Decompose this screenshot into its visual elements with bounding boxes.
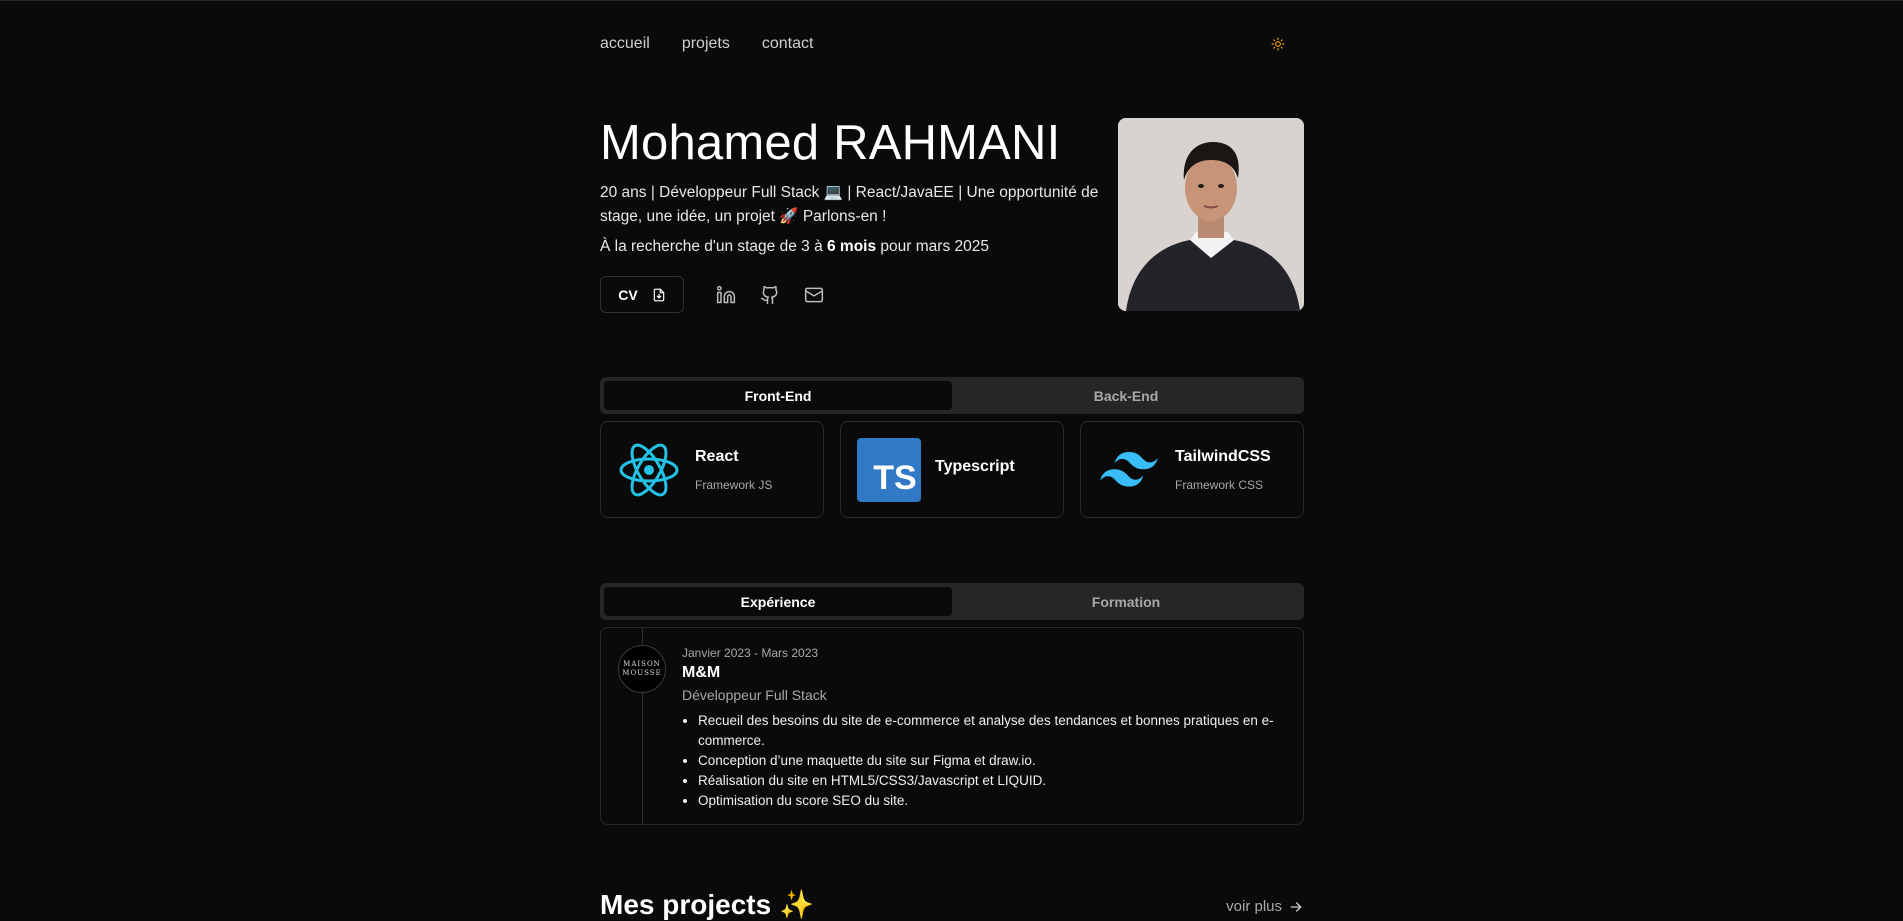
skill-card-tailwindcss: TailwindCSS Framework CSS	[1080, 421, 1304, 518]
tab-formation[interactable]: Formation	[952, 587, 1300, 616]
experience-role: Développeur Full Stack	[682, 687, 827, 703]
tab-front-end[interactable]: Front-End	[604, 381, 952, 410]
typescript-badge: TS	[873, 459, 917, 497]
github-icon	[760, 285, 778, 304]
company-logo: MAISON MOUSSE	[618, 645, 666, 693]
experience-company: M&M	[682, 664, 721, 681]
skills-tabs: Front-End Back-End	[600, 377, 1304, 414]
typescript-icon: TS	[857, 437, 921, 502]
hero-tagline: 20 ans | Développeur Full Stack 💻 | Reac…	[600, 184, 1099, 225]
skill-card-typescript: TS Typescript	[840, 421, 1064, 518]
nav-contact[interactable]: contact	[762, 35, 814, 53]
email-link[interactable]	[802, 283, 826, 307]
skill-name: TailwindCSS	[1175, 447, 1271, 465]
linkedin-link[interactable]	[714, 283, 738, 307]
list-item: Conception d’une maquette du site sur Fi…	[698, 751, 1283, 771]
experience-card: MAISON MOUSSE Janvier 2023 - Mars 2023 M&…	[600, 627, 1304, 825]
skill-name: Typescript	[935, 457, 1015, 475]
linkedin-icon	[716, 285, 736, 303]
search-duration: 6 mois	[827, 238, 877, 255]
nav-accueil[interactable]: accueil	[600, 35, 650, 53]
list-item: Optimisation du score SEO du site.	[698, 791, 1283, 811]
skill-subtitle: Framework CSS	[1175, 477, 1264, 492]
list-item: Recueil des besoins du site de e-commerc…	[698, 711, 1283, 751]
react-icon	[617, 438, 681, 502]
top-nav: accueil projets contact	[600, 34, 1304, 54]
search-suffix: pour mars 2025	[876, 238, 989, 255]
career-tabs: Expérience Formation	[600, 583, 1304, 620]
skill-subtitle: Framework JS	[695, 477, 773, 492]
skill-name: React	[695, 447, 739, 465]
see-more-link[interactable]: voir plus	[1226, 898, 1304, 915]
github-link[interactable]	[758, 283, 782, 307]
hero-name: Mohamed RAHMANI	[600, 116, 1061, 170]
cv-label: CV	[618, 286, 638, 303]
skills-grid: React Framework JS TS Typescript Tailwin…	[600, 421, 1304, 518]
company-logo-text: MAISON MOUSSE	[622, 660, 661, 678]
see-more-label: voir plus	[1226, 898, 1282, 915]
file-download-icon	[653, 288, 664, 301]
tab-back-end[interactable]: Back-End	[952, 381, 1300, 410]
mail-icon	[804, 287, 824, 302]
arrow-right-icon	[1290, 901, 1302, 912]
tailwind-icon	[1097, 438, 1161, 502]
tab-experience[interactable]: Expérience	[604, 587, 952, 616]
experience-dates: Janvier 2023 - Mars 2023	[682, 646, 819, 660]
nav-projets[interactable]: projets	[682, 35, 730, 53]
logo-line-1: MAISON	[623, 660, 661, 668]
person-portrait	[1118, 118, 1304, 311]
search-prefix: À la recherche d'un stage de 3 à	[600, 238, 827, 255]
theme-toggle-button[interactable]	[1268, 34, 1288, 54]
profile-photo	[1118, 118, 1304, 311]
skill-card-react: React Framework JS	[600, 421, 824, 518]
internship-search-text: À la recherche d'un stage de 3 à 6 mois …	[600, 238, 989, 256]
experience-tasks: Recueil des besoins du site de e-commerc…	[682, 711, 1283, 811]
projects-section-title: Mes projects ✨	[600, 889, 814, 920]
social-links	[714, 283, 826, 307]
sun-icon	[1271, 37, 1285, 51]
cv-download-button[interactable]: CV	[600, 276, 684, 313]
list-item: Réalisation du site en HTML5/CSS3/Javasc…	[698, 771, 1283, 791]
logo-line-2: MOUSSE	[622, 669, 662, 677]
hero-actions: CV	[600, 276, 826, 313]
experience-body: Janvier 2023 - Mars 2023 M&M Développeur…	[682, 646, 1283, 811]
